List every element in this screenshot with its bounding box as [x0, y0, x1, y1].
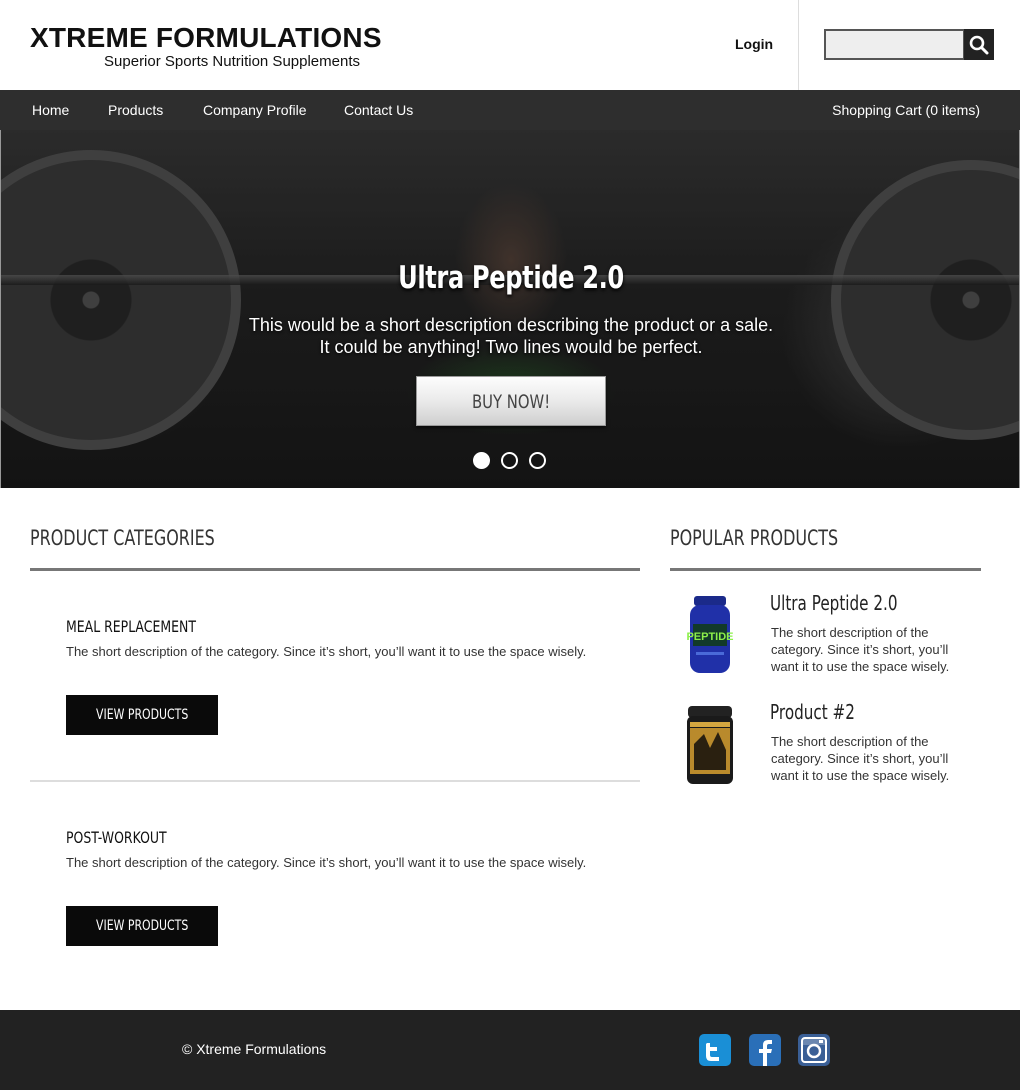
search-button[interactable]: [964, 29, 994, 60]
buy-now-button[interactable]: BUY NOW!: [416, 376, 606, 426]
nav-item-products[interactable]: Products: [108, 90, 163, 130]
black-gold-supplement-tub-icon: [687, 706, 733, 784]
category-divider: [30, 780, 640, 782]
twitter-icon[interactable]: [699, 1034, 731, 1066]
hero-overlay: [1, 130, 1019, 488]
buy-now-label: BUY NOW!: [471, 391, 551, 413]
brand-name: XTREME FORMULATIONS: [30, 22, 382, 53]
hero-slider: Ultra Peptide 2.0 This would be a short …: [0, 130, 1020, 488]
view-products-label: VIEW PRODUCTS: [95, 707, 189, 723]
slider-dot-1[interactable]: [473, 452, 490, 469]
product-image-product-2[interactable]: [684, 704, 736, 786]
view-products-button[interactable]: VIEW PRODUCTS: [66, 695, 218, 735]
brand-tagline: Superior Sports Nutrition Supplements: [104, 53, 360, 70]
login-link[interactable]: Login: [735, 36, 773, 52]
facebook-icon[interactable]: [749, 1034, 781, 1066]
view-products-button[interactable]: VIEW PRODUCTS: [66, 906, 218, 946]
search-input[interactable]: [824, 29, 965, 60]
search-icon: [969, 35, 989, 54]
product-name[interactable]: Ultra Peptide 2.0: [770, 591, 898, 615]
categories-heading-rule: [30, 568, 640, 571]
site-footer: © Xtreme Formulations: [0, 1010, 1020, 1090]
view-products-label: VIEW PRODUCTS: [95, 918, 189, 934]
product-image-ultra-peptide[interactable]: PEPTIDE: [684, 594, 736, 676]
instagram-icon[interactable]: [798, 1034, 830, 1066]
category-title: MEAL REPLACEMENT: [66, 617, 196, 636]
category-description: The short description of the category. S…: [66, 855, 587, 870]
product-name[interactable]: Product #2: [770, 700, 855, 724]
popular-heading-rule: [670, 568, 981, 571]
hero-description-line: It could be anything! Two lines would be…: [319, 337, 703, 357]
slider-dot-3[interactable]: [529, 452, 546, 469]
categories-heading: PRODUCT CATEGORIES: [30, 526, 215, 550]
hero-description: This would be a short description descri…: [1, 314, 1019, 358]
hero-description-line: This would be a short description descri…: [248, 315, 774, 335]
category-title: POST-WORKOUT: [66, 828, 167, 847]
site-header: XTREME FORMULATIONS Superior Sports Nutr…: [0, 0, 1020, 90]
nav-item-company-profile[interactable]: Company Profile: [203, 90, 307, 130]
copyright-text: © Xtreme Formulations: [182, 1041, 327, 1057]
svg-text:PEPTIDE: PEPTIDE: [686, 631, 733, 643]
main-nav: Home Products Company Profile Contact Us…: [0, 90, 1020, 130]
category-description: The short description of the category. S…: [66, 644, 587, 659]
product-description: The short description of the category. S…: [771, 734, 950, 783]
search-box: [824, 29, 994, 60]
hero-title: Ultra Peptide 2.0: [398, 260, 624, 296]
slider-dot-2[interactable]: [501, 452, 518, 469]
nav-item-contact-us[interactable]: Contact Us: [344, 90, 413, 130]
header-divider: [798, 0, 799, 90]
brand-logo[interactable]: XTREME FORMULATIONS Superior Sports Nutr…: [30, 22, 382, 70]
product-description: The short description of the category. S…: [771, 625, 950, 674]
blue-supplement-tub-icon: PEPTIDE: [686, 596, 734, 673]
slider-dots: [473, 452, 553, 470]
shopping-cart-link[interactable]: Shopping Cart (0 items): [832, 90, 980, 130]
popular-heading: POPULAR PRODUCTS: [670, 526, 839, 550]
nav-item-home[interactable]: Home: [32, 90, 69, 130]
